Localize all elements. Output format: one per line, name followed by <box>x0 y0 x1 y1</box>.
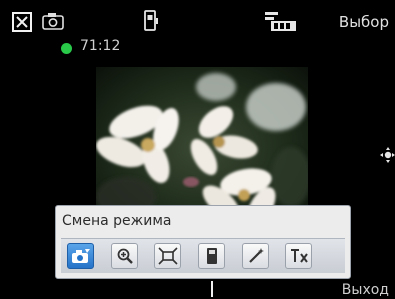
close-icon[interactable] <box>12 12 32 32</box>
effects-wand-icon <box>248 248 264 263</box>
time-remaining: 71:12 <box>80 38 121 54</box>
camera-mode-icon <box>71 249 90 263</box>
mode-buttons-strip <box>61 238 345 273</box>
settings-tools-icon <box>290 249 308 263</box>
memory-card-icon <box>143 10 159 36</box>
exit-softkey[interactable]: Выход <box>342 282 389 298</box>
text-cursor <box>211 281 213 297</box>
mode-panel-title: Смена режима <box>62 213 172 229</box>
camera-mode-button[interactable] <box>67 243 94 269</box>
mode-change-panel: Смена режима <box>55 205 351 279</box>
storage-icon <box>206 248 217 264</box>
navigation-icon[interactable] <box>379 146 395 168</box>
camera-icon <box>42 12 64 34</box>
storage-button[interactable] <box>198 243 225 269</box>
frame-size-icon <box>157 247 178 265</box>
effects-button[interactable] <box>242 243 269 269</box>
settings-tools-button[interactable] <box>285 243 312 269</box>
zoom-button[interactable] <box>111 243 138 269</box>
zoom-icon <box>117 248 133 264</box>
recording-indicator <box>61 43 72 54</box>
resolution-icon <box>263 10 299 38</box>
frame-size-button[interactable] <box>154 243 181 269</box>
select-softkey[interactable]: Выбор <box>339 13 389 31</box>
